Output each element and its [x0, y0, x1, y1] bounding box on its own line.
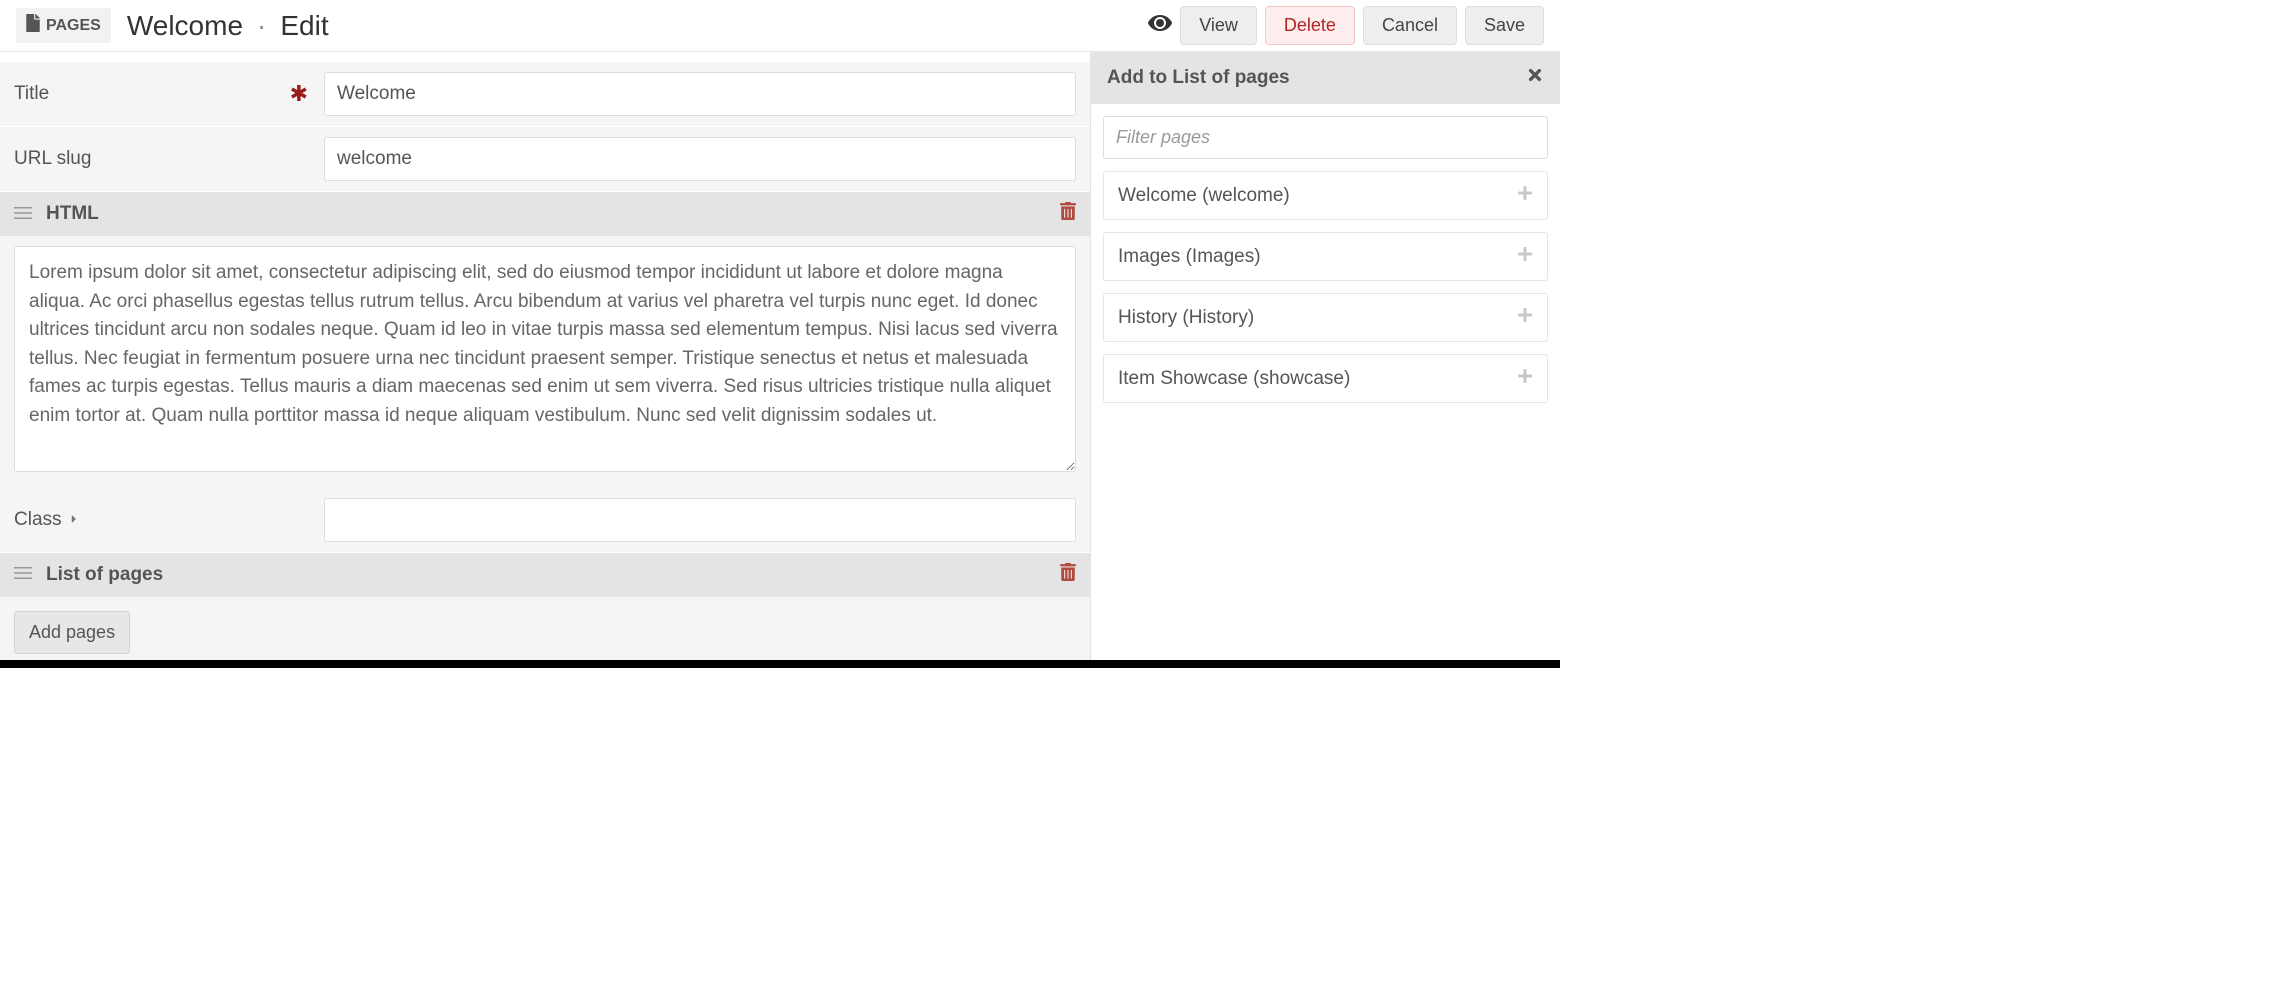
page-item-label: History (History) — [1118, 307, 1254, 329]
plus-icon — [1517, 306, 1533, 329]
cancel-button[interactable]: Cancel — [1363, 6, 1457, 45]
save-button[interactable]: Save — [1465, 6, 1544, 45]
breadcrumb-item: Welcome — [127, 10, 243, 42]
plus-icon — [1517, 367, 1533, 390]
url-row: URL slug — [0, 127, 1090, 192]
title-input[interactable] — [324, 72, 1076, 116]
sidebar-header: Add to List of pages — [1091, 52, 1560, 104]
main-form: Title ✱ URL slug HTML — [0, 52, 1090, 660]
filter-input[interactable] — [1103, 116, 1548, 159]
html-block — [0, 236, 1090, 488]
drag-icon[interactable] — [14, 203, 32, 226]
sidebar: Add to List of pages Welcome (welcome) I… — [1090, 52, 1560, 660]
page-item-label: Welcome (welcome) — [1118, 185, 1290, 207]
html-section-title: HTML — [46, 203, 99, 225]
required-asterisk: ✱ — [290, 81, 308, 107]
class-row: Class — [0, 488, 1090, 553]
page-item-welcome[interactable]: Welcome (welcome) — [1103, 171, 1548, 220]
pages-badge[interactable]: PAGES — [16, 8, 111, 43]
breadcrumb: Welcome · Edit — [127, 10, 329, 42]
html-textarea[interactable] — [14, 246, 1076, 472]
add-pages-button[interactable]: Add pages — [14, 611, 130, 654]
page-item-showcase[interactable]: Item Showcase (showcase) — [1103, 354, 1548, 403]
url-label: URL slug — [14, 148, 91, 170]
caret-right-icon[interactable] — [68, 509, 80, 531]
page-item-label: Item Showcase (showcase) — [1118, 368, 1350, 390]
trash-icon[interactable] — [1060, 563, 1076, 587]
plus-icon — [1517, 245, 1533, 268]
delete-button[interactable]: Delete — [1265, 6, 1355, 45]
view-button[interactable]: View — [1180, 6, 1257, 45]
sidebar-title: Add to List of pages — [1107, 67, 1290, 89]
drag-icon[interactable] — [14, 563, 32, 586]
header-bar: PAGES Welcome · Edit View Delete Cancel … — [0, 0, 1560, 52]
class-input[interactable] — [324, 498, 1076, 542]
page-item-history[interactable]: History (History) — [1103, 293, 1548, 342]
class-label: Class — [14, 509, 62, 531]
eye-icon[interactable] — [1148, 11, 1172, 41]
html-section-header: HTML — [0, 192, 1090, 236]
breadcrumb-action: Edit — [280, 10, 328, 42]
list-pages-body: Add pages — [0, 597, 1090, 661]
url-input[interactable] — [324, 137, 1076, 181]
title-row: Title ✱ — [0, 62, 1090, 127]
plus-icon — [1517, 184, 1533, 207]
trash-icon[interactable] — [1060, 202, 1076, 226]
page-item-images[interactable]: Images (Images) — [1103, 232, 1548, 281]
title-label: Title — [14, 83, 49, 105]
list-section-header: List of pages — [0, 553, 1090, 597]
list-section-title: List of pages — [46, 564, 163, 586]
page-item-label: Images (Images) — [1118, 246, 1261, 268]
breadcrumb-separator: · — [257, 10, 266, 42]
close-icon[interactable] — [1526, 66, 1544, 90]
file-icon — [26, 14, 40, 37]
pages-label: PAGES — [46, 17, 101, 35]
